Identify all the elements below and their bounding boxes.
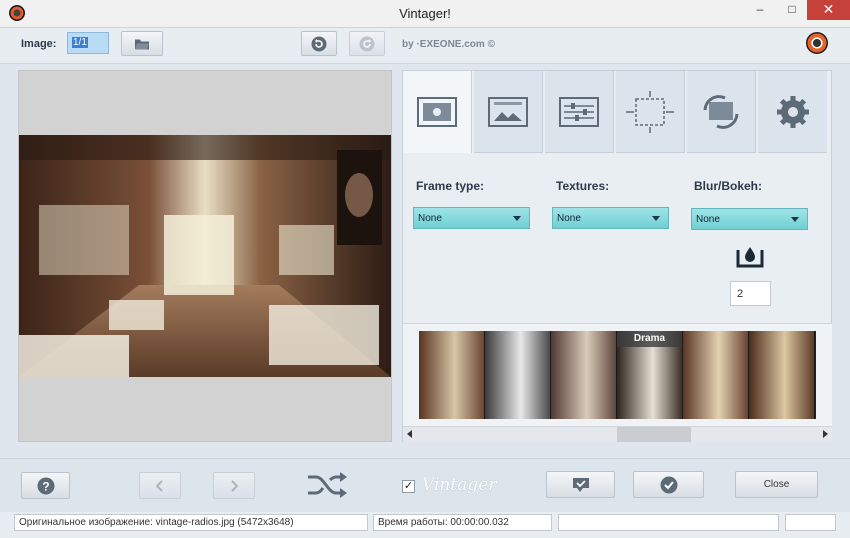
redo-icon [359, 36, 375, 51]
image-counter-value: 1/1 [72, 37, 88, 48]
check-circle-icon [660, 476, 677, 493]
apply-button[interactable] [633, 471, 704, 498]
preset-thumb[interactable] [749, 331, 815, 419]
next-button[interactable] [213, 472, 255, 499]
undo-icon [311, 36, 327, 51]
blur-select[interactable]: None [691, 208, 808, 230]
redo-button[interactable] [349, 31, 385, 56]
compare-button[interactable] [546, 471, 615, 498]
status-elapsed-time: Время работы: 00:00:00.032 [373, 514, 552, 531]
frame-tab[interactable] [403, 71, 472, 153]
app-logo[interactable] [806, 32, 828, 54]
preset-active-label: Drama [617, 331, 682, 347]
close-button[interactable]: Close [735, 471, 818, 498]
chevron-left-icon [156, 479, 163, 492]
textures-tab[interactable] [474, 71, 543, 153]
preset-thumb[interactable] [683, 331, 749, 419]
svg-text:?: ? [42, 479, 49, 493]
vintager-checkbox[interactable]: ✓ [402, 480, 415, 493]
scroll-left-arrow[interactable] [407, 430, 412, 438]
preset-thumb[interactable] [551, 331, 617, 419]
help-button[interactable]: ? [21, 472, 70, 499]
help-icon: ? [37, 477, 54, 494]
crop-tab[interactable] [616, 71, 685, 153]
rotate-tab[interactable] [687, 71, 756, 153]
chevron-right-icon [231, 479, 238, 492]
close-button-label: Close [763, 479, 790, 490]
textures-select[interactable]: None [552, 207, 669, 229]
sliders-icon [559, 96, 599, 127]
rotate-icon [703, 94, 739, 129]
preview-image[interactable] [19, 135, 391, 377]
maximize-button[interactable]: □ [778, 0, 806, 20]
image-label: Image: [21, 38, 57, 50]
comment-check-icon [572, 477, 589, 492]
scroll-thumb[interactable] [617, 427, 691, 442]
scroll-right-arrow[interactable] [823, 430, 828, 438]
window-title: Vintager! [399, 6, 451, 21]
blur-value: None [696, 214, 720, 225]
settings-tab[interactable] [758, 71, 827, 153]
crop-icon [626, 90, 674, 133]
textures-value: None [557, 213, 581, 224]
status-original-image: Оригинальное изображение: vintage-radios… [14, 514, 368, 531]
presets-strip[interactable]: Drama [419, 331, 816, 419]
minimize-button[interactable]: – [746, 0, 774, 20]
close-window-button[interactable]: ✕ [807, 0, 850, 20]
preset-thumb[interactable] [485, 331, 551, 419]
presets-scrollbar[interactable] [403, 426, 832, 442]
image-counter-field[interactable]: 1/1 [67, 32, 109, 54]
shuffle-icon[interactable] [306, 471, 350, 499]
frame-icon [417, 97, 457, 127]
frame-type-value: None [418, 213, 442, 224]
status-bar: Оригинальное изображение: vintage-radios… [0, 512, 850, 538]
title-bar: Vintager! – □ ✕ [0, 0, 850, 28]
blur-amount-field[interactable]: 2 [730, 281, 771, 306]
blur-amount-value: 2 [737, 288, 744, 300]
drop-icon [736, 244, 764, 268]
frame-type-select[interactable]: None [413, 207, 530, 229]
toolbar: Image: 1/1 by ·EXEONE.com © [0, 28, 850, 64]
gear-icon [776, 95, 809, 128]
status-field-4 [785, 514, 836, 531]
brand-text: by ·EXEONE.com © [402, 39, 495, 50]
bottom-bar: ? ✓ Vintager Close [0, 458, 850, 512]
blur-label: Blur/Bokeh: [694, 179, 763, 193]
preset-thumb[interactable] [419, 331, 485, 419]
status-field-3 [558, 514, 779, 531]
vintager-watermark-label: Vintager [422, 475, 497, 495]
previous-button[interactable] [139, 472, 181, 499]
textures-label: Textures: [556, 179, 610, 193]
open-folder-button[interactable] [121, 31, 163, 56]
preset-thumb-active[interactable]: Drama [617, 331, 683, 419]
textures-icon [488, 96, 528, 127]
folder-icon [135, 39, 149, 49]
adjust-tab[interactable] [545, 71, 614, 153]
frame-type-label: Frame type: [416, 179, 485, 193]
undo-button[interactable] [301, 31, 337, 56]
